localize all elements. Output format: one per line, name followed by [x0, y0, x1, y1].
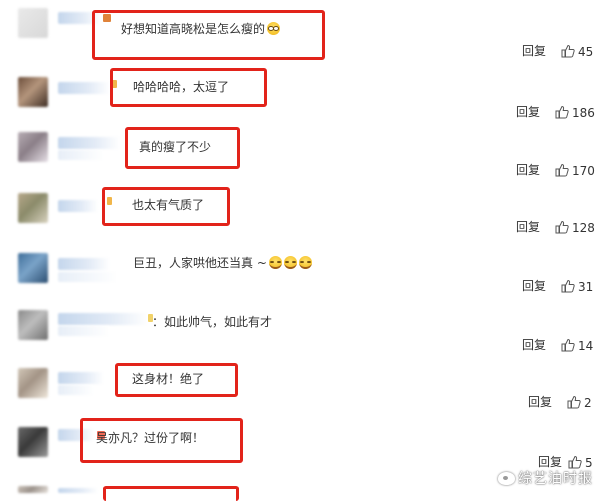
comment-item: 真的瘦了不少 回复 170 [0, 126, 600, 186]
like-count: 31 [578, 280, 594, 294]
avatar[interactable] [18, 427, 48, 457]
avatar[interactable] [18, 77, 48, 107]
highlight-box [80, 418, 243, 463]
avatar[interactable] [18, 193, 48, 223]
watermark: 综艺油时报 [498, 468, 593, 488]
username-secondary [58, 272, 118, 282]
laugh-cry-emoji-icon [283, 256, 297, 269]
username[interactable] [58, 82, 110, 94]
username[interactable] [58, 488, 98, 493]
avatar[interactable] [18, 310, 48, 340]
avatar[interactable] [18, 253, 48, 283]
comment-text: 巨丑，人家哄他还当真 ~ [133, 255, 312, 271]
thumbs-up-icon[interactable] [561, 44, 575, 58]
reply-button[interactable]: 回复 [522, 338, 546, 352]
username[interactable] [58, 258, 110, 270]
avatar[interactable] [18, 486, 48, 493]
highlight-box [125, 127, 240, 169]
username[interactable] [58, 200, 98, 212]
like-count: 14 [578, 339, 594, 353]
avatar[interactable] [18, 368, 48, 398]
username-secondary [58, 385, 94, 395]
thumbs-up-icon[interactable] [555, 163, 569, 177]
reply-button[interactable]: 回复 [522, 279, 546, 293]
username[interactable] [58, 137, 120, 149]
comment-item: 好想知道高晓松是怎么瘦的 回复 45 [0, 0, 600, 60]
username[interactable] [58, 372, 104, 384]
reply-button[interactable]: 回复 [516, 105, 540, 119]
thumbs-up-icon[interactable] [561, 279, 575, 293]
watermark-text: 综艺油时报 [518, 471, 593, 487]
comment-text: ：如此帅气，如此有才 [152, 315, 273, 329]
username[interactable] [58, 313, 148, 325]
reply-button[interactable]: 回复 [516, 163, 540, 177]
highlight-box [103, 486, 239, 501]
like-count: 45 [578, 45, 594, 59]
thumbs-up-icon[interactable] [555, 105, 569, 119]
comment-item: 巨丑，人家哄他还当真 ~ 回复 31 [0, 247, 600, 307]
highlight-box [92, 10, 325, 60]
thumbs-up-icon[interactable] [568, 455, 582, 469]
laugh-cry-emoji-icon [298, 256, 312, 269]
comment-item: ：如此帅气，如此有才 回复 14 [0, 304, 600, 364]
highlight-box [115, 363, 238, 397]
like-count: 170 [572, 164, 595, 178]
comment-item: 哈哈哈哈，太逗了 回复 186 [0, 68, 600, 128]
like-count: 128 [572, 221, 595, 235]
like-count: 2 [584, 396, 592, 410]
avatar[interactable] [18, 132, 48, 162]
avatar[interactable] [18, 8, 48, 38]
comment-item: 也太有气质了 回复 128 [0, 186, 600, 246]
reply-button[interactable]: 回复 [516, 220, 540, 234]
thumbs-up-icon[interactable] [561, 338, 575, 352]
weibo-logo-icon [498, 471, 515, 485]
username-secondary [58, 326, 110, 336]
laugh-cry-emoji-icon [268, 256, 282, 269]
highlight-box [110, 68, 267, 107]
reply-button[interactable]: 回复 [528, 395, 552, 409]
username-secondary [58, 150, 104, 160]
reply-button[interactable]: 回复 [522, 44, 546, 58]
reply-button[interactable]: 回复 [538, 455, 562, 469]
thumbs-up-icon[interactable] [567, 395, 581, 409]
thumbs-up-icon[interactable] [555, 220, 569, 234]
comment-item: 这身材！绝了 回复 2 [0, 362, 600, 422]
like-count: 186 [572, 106, 595, 120]
highlight-box [102, 187, 230, 226]
